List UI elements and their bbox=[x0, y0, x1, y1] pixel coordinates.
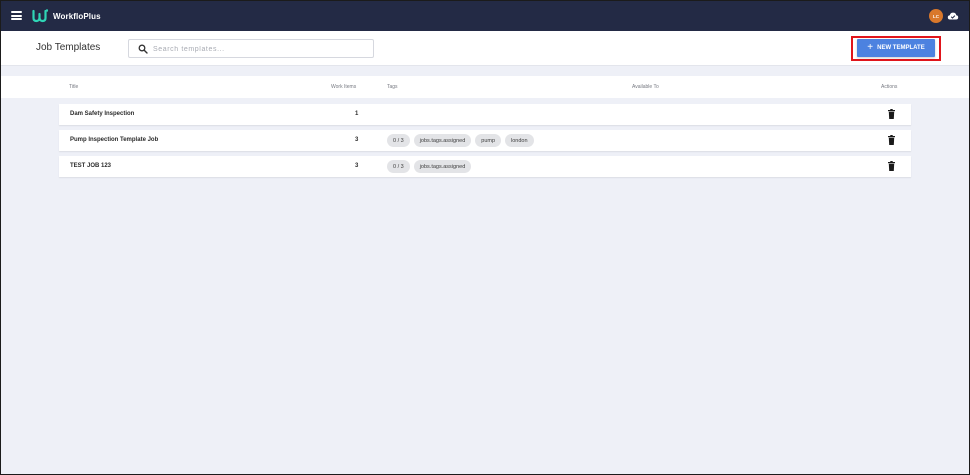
tag-chip: pump bbox=[475, 134, 502, 147]
search-input[interactable] bbox=[153, 42, 368, 56]
page-header: Job Templates bbox=[1, 31, 969, 66]
column-title[interactable]: Title bbox=[69, 84, 78, 90]
row-title[interactable]: TEST JOB 123 bbox=[70, 163, 111, 169]
app-window: WorkfloPlus LC Job Templates + NEW TEMPL… bbox=[0, 0, 970, 475]
hamburger-icon[interactable] bbox=[11, 11, 22, 20]
new-template-button[interactable]: + NEW TEMPLATE bbox=[857, 39, 935, 57]
row-tags: 0 / 3 jobs.tags.assigned bbox=[387, 160, 472, 173]
column-work-items[interactable]: Work Items bbox=[331, 84, 356, 90]
row-work-items: 3 bbox=[355, 137, 359, 143]
row-work-items: 1 bbox=[355, 111, 359, 117]
row-tags: 0 / 3 jobs.tags.assigned pump london bbox=[387, 134, 534, 147]
page-title: Job Templates bbox=[36, 42, 101, 53]
workfloplus-logo-icon bbox=[32, 9, 48, 23]
cloud-icon[interactable] bbox=[947, 10, 959, 22]
trash-icon[interactable] bbox=[888, 135, 895, 145]
new-template-label: NEW TEMPLATE bbox=[877, 45, 925, 51]
trash-icon[interactable] bbox=[888, 161, 895, 171]
table-header: Title Work Items Tags Available To Actio… bbox=[1, 76, 969, 98]
column-actions: Actions bbox=[881, 84, 898, 90]
row-title[interactable]: Pump Inspection Template Job bbox=[70, 137, 158, 143]
progress-chip: 0 / 3 bbox=[387, 160, 410, 173]
search-icon bbox=[138, 44, 148, 54]
tag-chip: jobs.tags.assigned bbox=[413, 160, 472, 173]
progress-chip: 0 / 3 bbox=[387, 134, 410, 147]
tag-chip: london bbox=[505, 134, 534, 147]
top-bar: WorkfloPlus LC bbox=[1, 1, 969, 31]
user-avatar[interactable]: LC bbox=[929, 9, 943, 23]
brand-name: WorkfloPlus bbox=[53, 11, 101, 21]
plus-icon: + bbox=[867, 42, 874, 53]
row-work-items: 3 bbox=[355, 163, 359, 169]
table-row[interactable]: TEST JOB 123 3 0 / 3 jobs.tags.assigned bbox=[59, 156, 911, 177]
app-logo[interactable]: WorkfloPlus bbox=[32, 7, 101, 25]
table-row[interactable]: Pump Inspection Template Job 3 0 / 3 job… bbox=[59, 130, 911, 151]
column-tags[interactable]: Tags bbox=[387, 84, 398, 90]
row-title[interactable]: Dam Safety Inspection bbox=[70, 111, 134, 117]
tag-chip: jobs.tags.assigned bbox=[413, 134, 472, 147]
table-row[interactable]: Dam Safety Inspection 1 bbox=[59, 104, 911, 125]
trash-icon[interactable] bbox=[888, 109, 895, 119]
column-available-to[interactable]: Available To bbox=[632, 84, 659, 90]
search-box[interactable] bbox=[128, 39, 374, 58]
